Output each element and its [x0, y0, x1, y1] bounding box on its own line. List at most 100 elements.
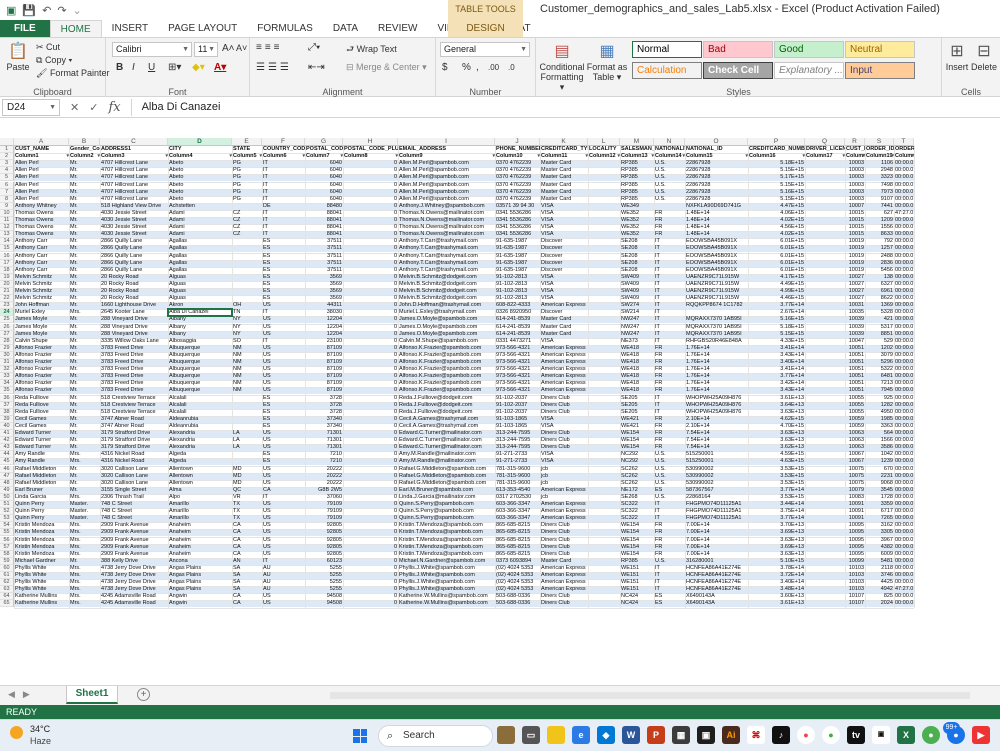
grid-cell[interactable]: 10095 — [845, 551, 865, 558]
grid-cell[interactable]: Amarillo — [168, 501, 232, 508]
grid-cell[interactable]: IT — [654, 409, 685, 416]
grid-cell[interactable]: 1566 — [865, 437, 894, 444]
grid-cell[interactable]: SA — [232, 565, 262, 572]
row-header[interactable]: 48 — [0, 479, 14, 487]
cell-style-input[interactable]: Input — [845, 62, 915, 79]
grid-cell[interactable]: 10075 — [845, 466, 865, 473]
grid-cell[interactable]: Edward.C.Turner@mailinator.com — [398, 437, 495, 444]
grid-cell[interactable]: AU — [262, 579, 305, 586]
grid-cell[interactable]: 00:00.0 — [894, 302, 914, 309]
grid-cell[interactable]: 1.76E+14 — [685, 352, 748, 359]
grid-cell[interactable]: 10051 — [845, 352, 865, 359]
landscape-app-icon[interactable] — [497, 726, 515, 744]
row-header[interactable]: 44 — [0, 451, 14, 459]
cell-style-calculation[interactable]: Calculation — [632, 62, 702, 79]
row-header[interactable]: 27 — [0, 330, 14, 338]
grid-cell[interactable]: 00:00.0 — [894, 487, 914, 494]
grid-cell[interactable]: ES — [262, 402, 305, 409]
grid-cell[interactable]: ES — [262, 458, 305, 465]
grid-cell[interactable]: 4245 Adamsville Road — [100, 593, 168, 600]
customize-qat-icon[interactable]: ⌄ — [73, 4, 82, 17]
grid-cell[interactable]: CZ — [232, 210, 262, 217]
grid-cell[interactable]: NW247 — [620, 324, 654, 331]
grid-cell[interactable]: 0 — [343, 395, 398, 402]
grid-cell[interactable]: AU — [262, 565, 305, 572]
grid-cell[interactable]: 530990002 — [685, 480, 748, 487]
insert-cells-button[interactable]: ⊞ Insert — [944, 42, 970, 72]
grid-cell[interactable]: 2866 Quilly Lane — [100, 238, 168, 245]
cell-style-neutral[interactable]: Neutral — [845, 41, 915, 58]
grid-cell[interactable]: Master Card — [540, 174, 588, 181]
grid-cell[interactable]: Linda Garcia — [14, 494, 69, 501]
grid-cell[interactable]: PG — [232, 174, 262, 181]
grid-cell[interactable]: SE205 — [620, 409, 654, 416]
grid-cell[interactable]: 37340 — [305, 423, 343, 430]
grid-cell[interactable]: Mr. — [69, 352, 100, 359]
grid-cell[interactable]: 0 — [343, 217, 398, 224]
grid-cell[interactable]: Thomas Owens — [14, 217, 69, 224]
grid-cell[interactable]: MQRAXX7370 1AB95I — [685, 324, 748, 331]
grid-cell[interactable]: 1728 — [865, 494, 894, 501]
grid-cell[interactable]: Rafael.G.Middleton@spambob.com — [398, 473, 495, 480]
grid-cell[interactable]: Thomas Owens — [14, 224, 69, 231]
grid-cell[interactable]: U.S. — [654, 174, 685, 181]
grid-cell[interactable]: 4707 Hillcrest Lane — [100, 182, 168, 189]
grid-cell[interactable]: Edward Turner — [14, 430, 69, 437]
grid-cell[interactable]: Kristin Mendoza — [14, 551, 69, 558]
grid-cell[interactable]: G8B 2W5 — [305, 487, 343, 494]
grid-cell[interactable]: 7265 — [865, 515, 894, 522]
cell-style-normal[interactable]: Normal — [632, 41, 702, 58]
grid-cell[interactable]: 1282 — [865, 402, 894, 409]
table-filter-header[interactable]: Column10 — [495, 153, 540, 160]
grid-cell[interactable]: 4.49E+15 — [748, 281, 805, 288]
app-grid-icon[interactable]: ▦ — [672, 726, 690, 744]
grid-cell[interactable]: 5255 — [305, 586, 343, 593]
grid-cell[interactable]: Allen Perl — [14, 189, 69, 196]
row-header[interactable]: 29 — [0, 344, 14, 352]
header-cell[interactable]: ORDER_ — [894, 146, 914, 153]
grid-cell[interactable]: IT — [654, 274, 685, 281]
grid-cell[interactable]: RP385 — [620, 558, 654, 565]
grid-cell[interactable]: CZ — [232, 217, 262, 224]
grid-cell[interactable]: 1202 — [865, 345, 894, 352]
grid-cell[interactable]: ES — [262, 267, 305, 274]
grid-cell[interactable]: Anthony.T.Carr@trashymail.com — [398, 267, 495, 274]
grid-cell[interactable]: WE418 — [620, 387, 654, 394]
grid-cell[interactable]: 2948 — [865, 167, 894, 174]
header-cell[interactable]: SALESMAN_ID — [620, 146, 654, 153]
table-filter-header[interactable]: Column18 — [845, 153, 865, 160]
sheet-nav-arrows[interactable]: ◀▶ — [8, 689, 38, 700]
grid-cell[interactable]: 7.00E+14 — [685, 544, 748, 551]
grid-cell[interactable]: American Express — [540, 380, 588, 387]
grid-cell[interactable]: U.S. — [654, 189, 685, 196]
grid-cell[interactable]: Diners Club — [540, 444, 588, 451]
grid-cell[interactable]: Discover — [540, 267, 588, 274]
grid-cell[interactable]: Edward.C.Turner@mailinator.com — [398, 444, 495, 451]
grid-cell[interactable]: Melvin Schmitz — [14, 288, 69, 295]
grid-cell[interactable]: U.S. — [654, 466, 685, 473]
grid-cell[interactable]: US — [262, 331, 305, 338]
grid-cell[interactable]: Edward Turner — [14, 444, 69, 451]
header-cell[interactable]: CUST_ID — [845, 146, 865, 153]
grid-cell[interactable]: Kristin Mendoza — [14, 522, 69, 529]
grid-cell[interactable]: 10027 — [845, 288, 865, 295]
column-header-f[interactable]: F — [262, 138, 305, 146]
grid-cell[interactable]: Angas Plains — [168, 579, 232, 586]
grid-cell[interactable]: IT — [654, 338, 685, 345]
grid-cell[interactable]: 10095 — [845, 544, 865, 551]
grid-cell[interactable]: Thomas Owens — [14, 231, 69, 238]
grid-cell[interactable]: 6009 — [865, 551, 894, 558]
row-header[interactable]: 6 — [0, 181, 14, 189]
grid-cell[interactable]: Anaheim — [168, 522, 232, 529]
grid-cell[interactable]: 316280001 — [685, 558, 748, 565]
grid-cell[interactable]: NW247 — [620, 331, 654, 338]
grid-cell[interactable]: 0 — [343, 444, 398, 451]
grid-cell[interactable]: 1042 — [865, 451, 894, 458]
grid-cell[interactable]: 10019 — [845, 253, 865, 260]
grid-cell[interactable]: UAENZR9C71L915W — [685, 288, 748, 295]
grid-cell[interactable]: VISA — [540, 281, 588, 288]
grid-cell[interactable]: Anaheim — [168, 537, 232, 544]
grid-cell[interactable]: SE208 — [620, 238, 654, 245]
grid-cell[interactable]: 3.72E+14 — [748, 572, 805, 579]
header-cell[interactable]: CREDITCARD_TYPE — [540, 146, 588, 153]
